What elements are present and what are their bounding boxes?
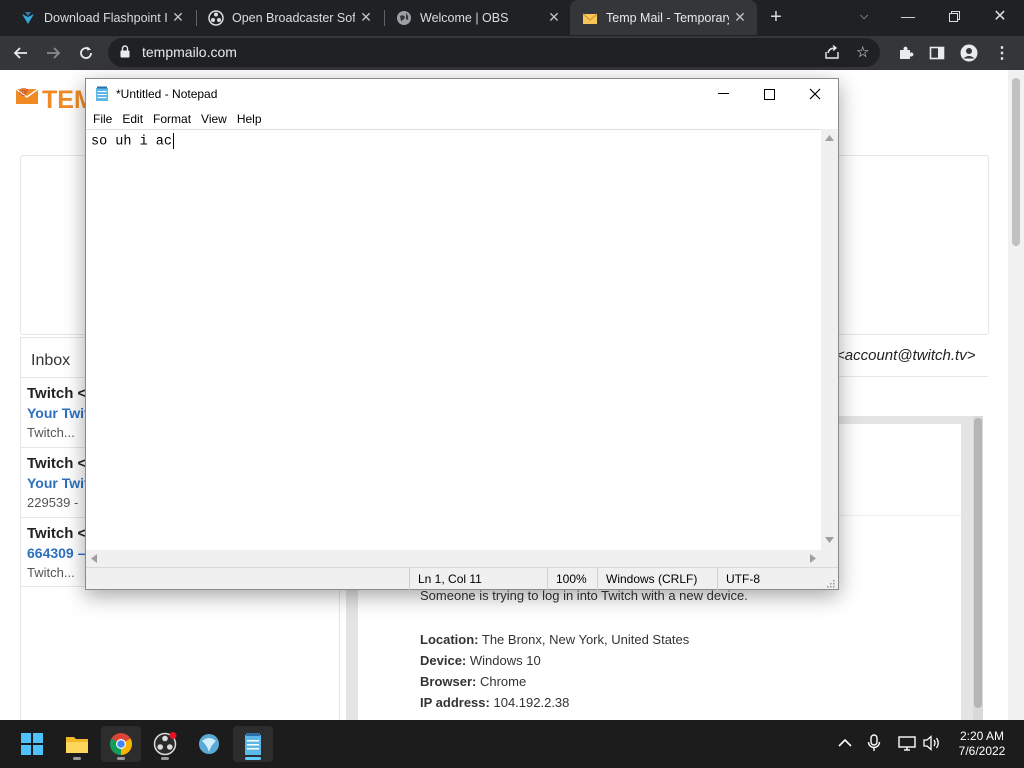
start-button[interactable]: [12, 726, 52, 762]
microphone-icon[interactable]: [867, 734, 881, 757]
close-icon[interactable]: ✕: [729, 9, 751, 26]
scroll-right-icon: [810, 554, 816, 563]
minimize-button[interactable]: [700, 79, 746, 109]
back-arrow-icon[interactable]: [8, 40, 34, 66]
scroll-down-icon: [825, 537, 834, 543]
system-clock[interactable]: 2:20 AM 7/6/2022: [950, 729, 1014, 759]
browser-tab-strip: Download Flashpoint In ✕ Open Broadcaste…: [0, 0, 1024, 36]
status-cursor-position: Ln 1, Col 11: [409, 568, 547, 590]
reload-icon[interactable]: [73, 40, 99, 66]
notepad-title: *Untitled - Notepad: [116, 87, 218, 101]
email-details: Location: The Bronx, New York, United St…: [420, 629, 689, 713]
windows-logo-icon: [21, 733, 43, 755]
inbox-label: Inbox: [31, 352, 71, 369]
clock-time: 2:20 AM: [959, 729, 1005, 743]
menu-help[interactable]: Help: [237, 109, 269, 129]
volume-icon[interactable]: [922, 735, 942, 756]
email-intro: Someone is trying to log in into Twitch …: [420, 588, 748, 603]
notepad-text-area[interactable]: so uh i ac: [86, 129, 821, 550]
url-text: tempmailo.com: [142, 44, 237, 60]
menu-format[interactable]: Format: [153, 109, 198, 129]
windows-taskbar: 2:20 AM 7/6/2022: [0, 720, 1024, 768]
lock-icon[interactable]: [120, 45, 130, 63]
scroll-left-icon: [91, 554, 97, 563]
menu-view[interactable]: View: [201, 109, 234, 129]
obs-icon[interactable]: [145, 726, 185, 762]
detail-browser: Browser: Chrome: [420, 674, 527, 689]
status-line-endings: Windows (CRLF): [597, 568, 717, 590]
message-preview: 229539 -: [27, 495, 79, 510]
restore-button[interactable]: [932, 0, 976, 32]
obs-icon: [208, 9, 224, 26]
message-sender: Twitch <: [27, 455, 87, 472]
page-scrollbar[interactable]: [1008, 70, 1024, 720]
notepad-content: so uh i ac: [91, 134, 173, 150]
bookmark-star-icon[interactable]: ☆: [856, 43, 869, 61]
message-subject: Your Twit: [27, 475, 89, 491]
chrome-icon[interactable]: [101, 726, 141, 762]
notepad-title-bar[interactable]: *Untitled - Notepad: [86, 79, 838, 109]
share-icon[interactable]: [824, 44, 840, 65]
message-sender: Twitch <: [27, 385, 87, 402]
detail-location: Location: The Bronx, New York, United St…: [420, 632, 690, 647]
notepad-icon: [95, 86, 109, 107]
mail-envelope-icon: [582, 10, 598, 26]
side-panel-icon[interactable]: [924, 40, 950, 66]
tab-temp-mail[interactable]: Temp Mail - Temporary ✕: [570, 0, 757, 35]
browser-toolbar: tempmailo.com ☆ ⋮: [0, 36, 1024, 70]
tab-search-icon[interactable]: ⌵: [842, 0, 886, 32]
close-button[interactable]: [792, 79, 838, 109]
status-zoom: 100%: [547, 568, 597, 590]
detail-device: Device: Windows 10: [420, 653, 541, 668]
tab-obs[interactable]: Open Broadcaster Softw ✕: [196, 0, 383, 35]
detail-ip-address: IP address: 104.192.2.38: [420, 695, 570, 710]
message-sender: Twitch <: [27, 525, 87, 542]
scroll-up-icon: [825, 135, 834, 141]
notepad-window: *Untitled - Notepad File Edit Format Vie…: [85, 78, 839, 590]
forward-arrow-icon[interactable]: [40, 40, 66, 66]
status-encoding: UTF-8: [717, 568, 821, 590]
minimize-button[interactable]: —: [886, 0, 930, 32]
text-caret: [173, 133, 175, 149]
maximize-button[interactable]: [746, 79, 792, 109]
menu-file[interactable]: File: [93, 109, 119, 129]
address-bar[interactable]: tempmailo.com ☆: [108, 38, 880, 67]
message-preview: Twitch...: [27, 425, 75, 440]
email-scrollbar[interactable]: [973, 416, 983, 720]
extensions-puzzle-icon[interactable]: [893, 40, 919, 66]
clock-date: 7/6/2022: [958, 744, 1006, 758]
close-icon[interactable]: ✕: [167, 9, 189, 26]
scrollbar-corner: [821, 550, 838, 567]
new-tab-button[interactable]: +: [764, 6, 788, 30]
notepad-horizontal-scrollbar[interactable]: [86, 550, 821, 567]
message-subject: Your Twit: [27, 405, 89, 421]
flashpoint-icon[interactable]: [189, 726, 229, 762]
notepad-taskbar-icon[interactable]: [233, 726, 273, 762]
flashpoint-icon: [20, 10, 36, 26]
close-icon[interactable]: ✕: [355, 9, 377, 26]
notepad-vertical-scrollbar[interactable]: [821, 129, 838, 550]
message-preview: Twitch...: [27, 565, 75, 580]
svg-text:@: @: [19, 87, 28, 97]
notepad-status-bar: Ln 1, Col 11 100% Windows (CRLF) UTF-8: [86, 567, 838, 591]
network-icon[interactable]: [898, 735, 916, 756]
notepad-menu-bar: File Edit Format View Help: [86, 109, 838, 129]
show-hidden-icons-chevron-icon[interactable]: [838, 735, 852, 753]
from-address: <account@twitch.tv>: [836, 347, 976, 364]
kebab-menu-icon[interactable]: ⋮: [989, 40, 1015, 66]
close-icon[interactable]: ✕: [543, 9, 565, 26]
close-window-button[interactable]: ✕: [978, 0, 1022, 32]
tab-welcome-obs[interactable]: Welcome | OBS ✕: [384, 0, 571, 35]
menu-edit[interactable]: Edit: [122, 109, 150, 129]
profile-avatar-icon[interactable]: [956, 40, 982, 66]
tempmail-logo-icon: @: [15, 84, 39, 106]
tab-flashpoint[interactable]: Download Flashpoint In ✕: [8, 0, 195, 35]
resize-grip-icon[interactable]: [826, 577, 835, 591]
globe-icon: [396, 10, 412, 26]
file-explorer-icon[interactable]: [57, 726, 97, 762]
message-subject: 664309 –: [27, 545, 86, 561]
